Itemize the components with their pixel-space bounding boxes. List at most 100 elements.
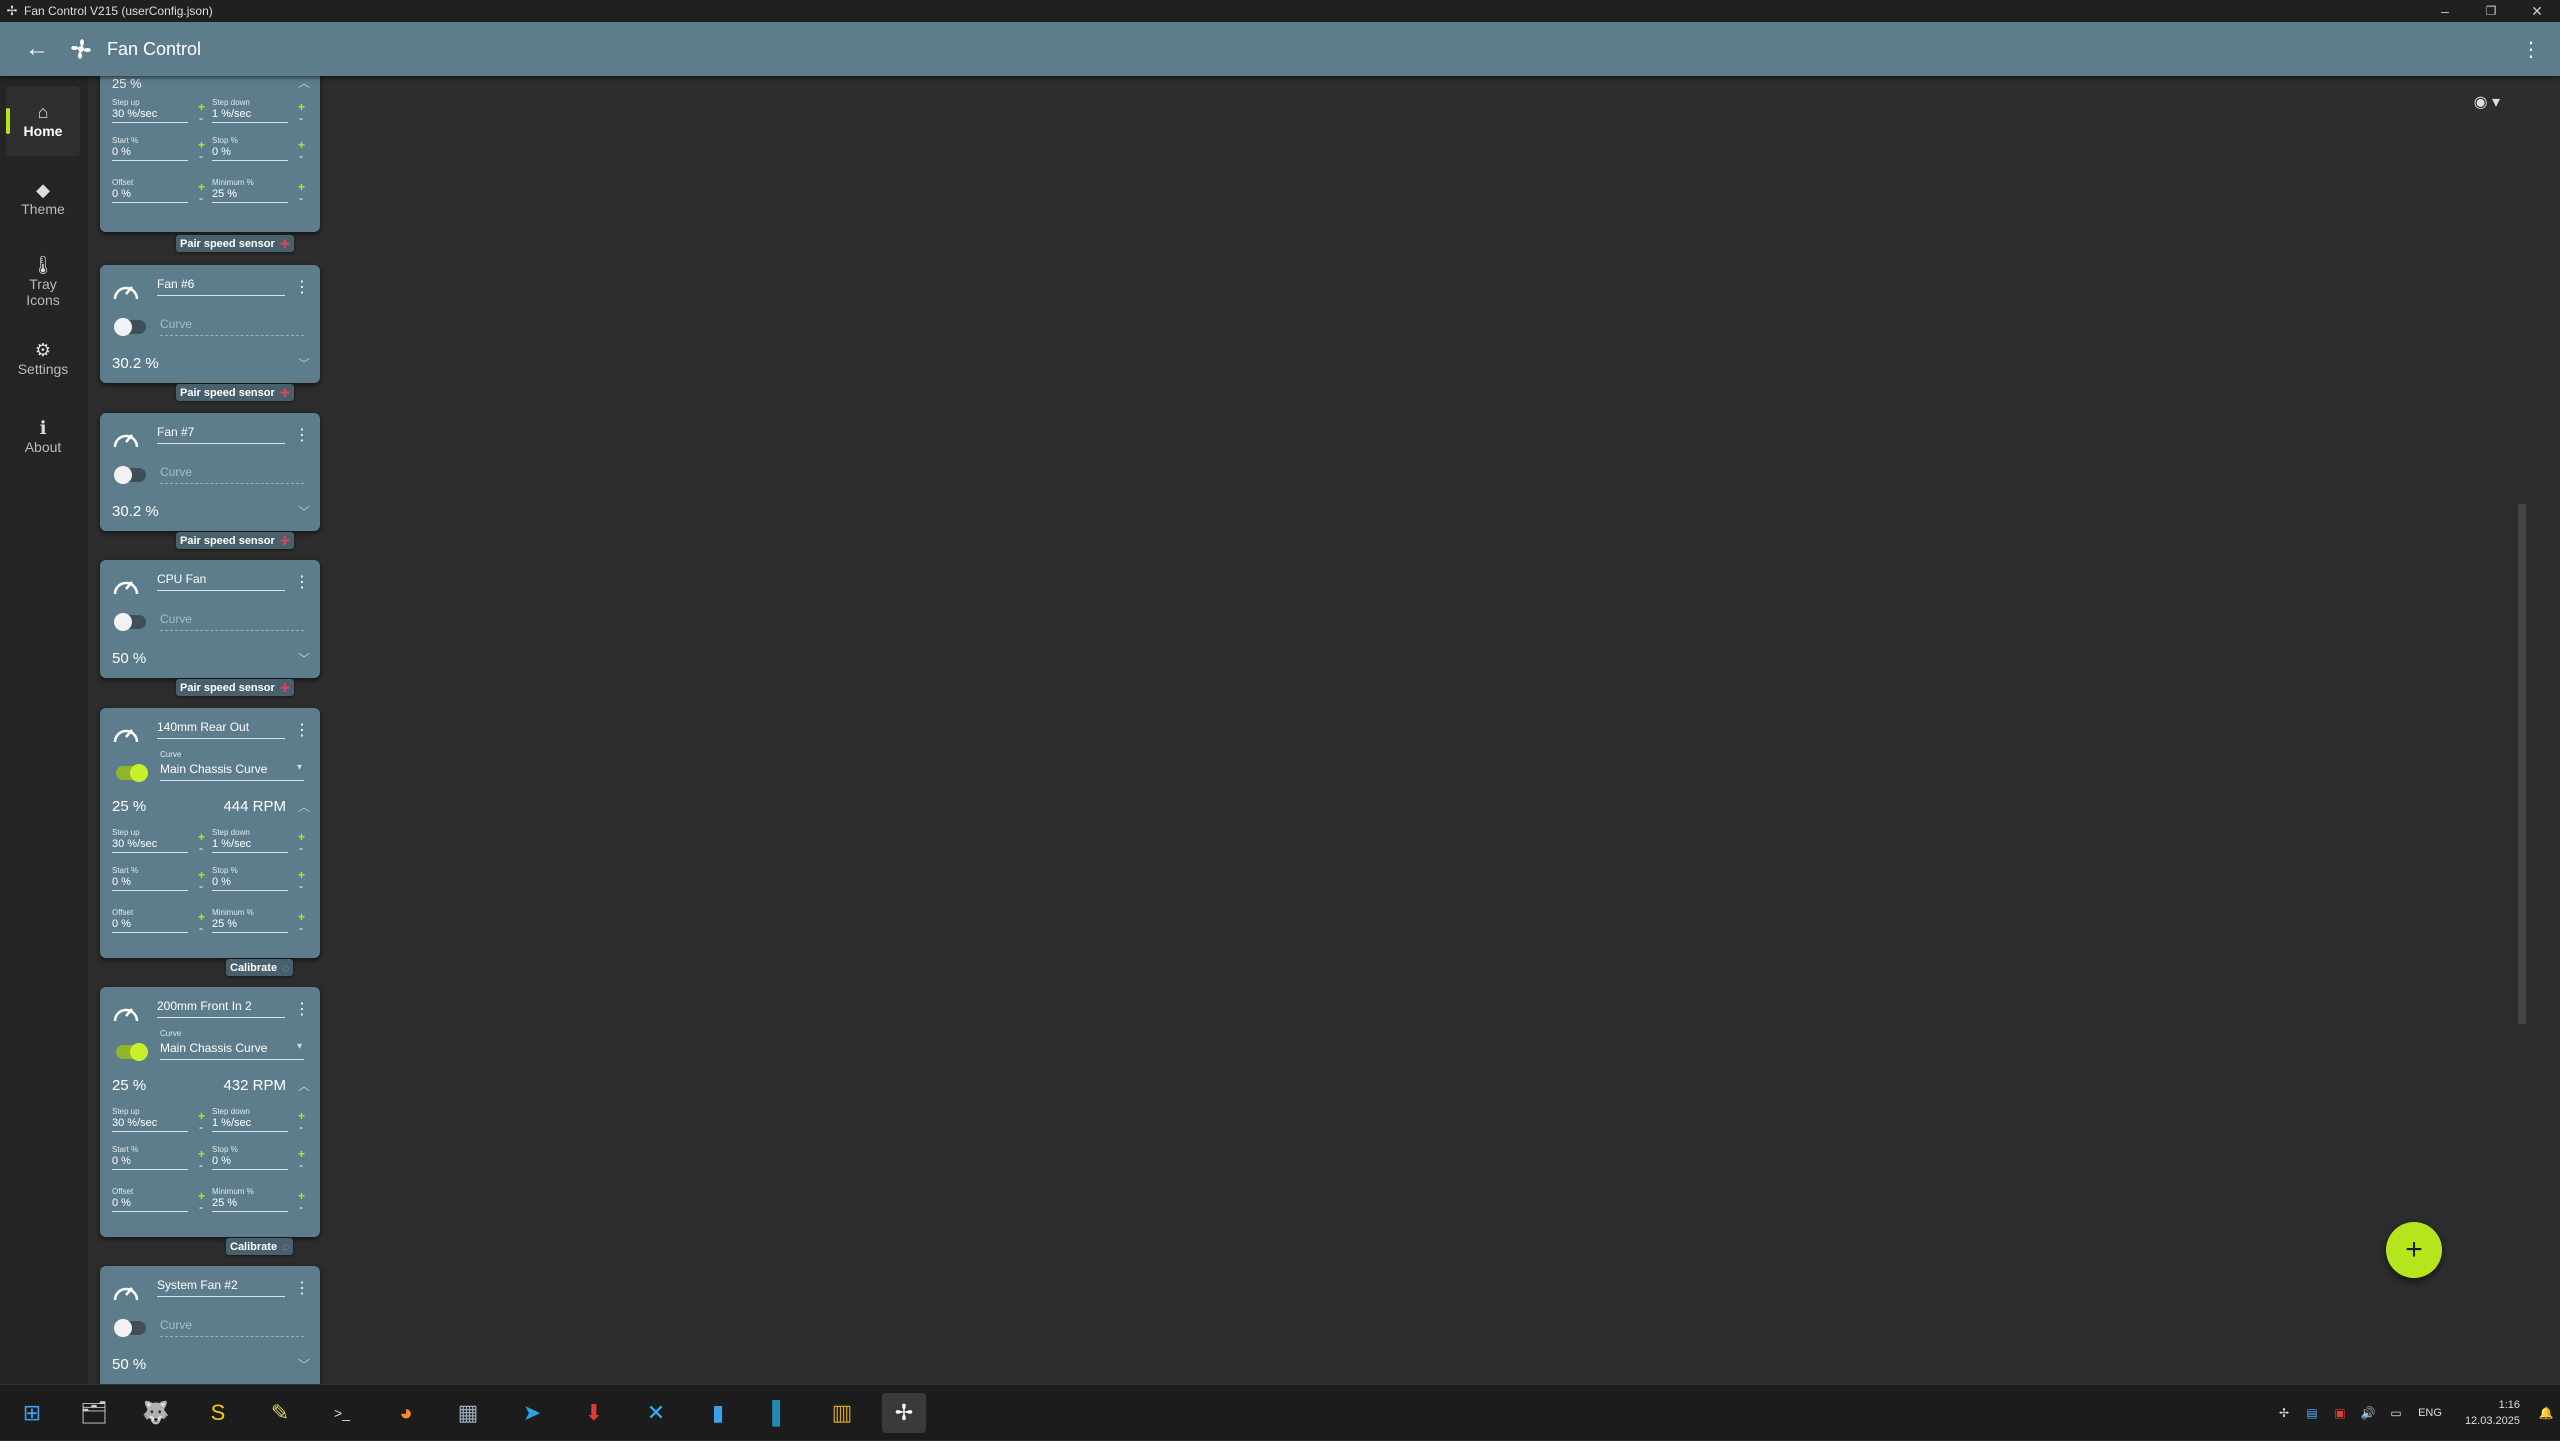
taskbar-app-terminal[interactable]: >_ — [320, 1393, 364, 1433]
minus-icon[interactable]: - — [199, 841, 203, 855]
taskbar-app-image-app[interactable]: ▦ — [446, 1393, 490, 1433]
sidebar-item-settings[interactable]: ⚙ Settings — [6, 324, 80, 394]
curve-toggle[interactable] — [116, 764, 148, 782]
taskbar-app-s-app[interactable]: S — [196, 1393, 240, 1433]
start-percent-field[interactable]: Start % 0 % + - — [112, 866, 216, 894]
sidebar-item-about[interactable]: ℹ About — [6, 402, 80, 472]
add-fab-button[interactable]: + — [2386, 1222, 2442, 1278]
visibility-eye-icon[interactable]: ◉ ▾ — [2474, 92, 2500, 112]
fan-name-input[interactable]: Fan #7 — [157, 425, 285, 444]
pair-speed-sensor-button[interactable]: Pair speed sensor ✚ — [176, 679, 294, 696]
display-icon[interactable]: ▭ — [2382, 1406, 2410, 1420]
fan-name-input[interactable]: System Fan #2 — [157, 1278, 285, 1297]
kebab-menu-icon[interactable]: ⋮ — [294, 720, 310, 740]
taskbar-app-panel-app[interactable]: ▌ — [758, 1393, 802, 1433]
stop-percent-field[interactable]: Stop % 0 % + - — [212, 866, 316, 894]
minus-icon[interactable]: - — [199, 1158, 203, 1172]
minus-icon[interactable]: - — [299, 149, 303, 163]
fan-tray-icon[interactable]: ✢ — [2270, 1406, 2298, 1420]
kebab-menu-icon[interactable]: ⋮ — [294, 277, 310, 297]
minus-icon[interactable]: - — [199, 879, 203, 893]
step-up-field[interactable]: Step up 30 %/sec + - — [112, 1107, 216, 1135]
curve-toggle[interactable] — [114, 318, 146, 336]
taskbar-app-explorer[interactable]: 🗂 — [72, 1393, 116, 1433]
minimum-percent-field[interactable]: Minimum % 25 % + - — [212, 178, 316, 206]
taskbar-app-fancontrol[interactable]: ✢ — [882, 1393, 926, 1433]
start-percent-field[interactable]: Start % 0 % + - — [112, 136, 216, 164]
curve-toggle[interactable] — [116, 1043, 148, 1061]
fan-name-input[interactable]: 200mm Front In 2 — [157, 999, 285, 1018]
curve-select[interactable]: Curve Main Chassis Curve ▾ — [160, 750, 304, 781]
taskbar-app-telegram[interactable]: ➤ — [510, 1393, 554, 1433]
minus-icon[interactable]: - — [199, 921, 203, 935]
maximize-button[interactable]: ❐ — [2468, 0, 2514, 22]
curve-select[interactable]: Curve — [160, 612, 304, 631]
sidebar-item-tray-icons[interactable]: 🌡 Tray Icons — [6, 242, 80, 322]
taskbar-app-download[interactable]: ⬇ — [572, 1393, 616, 1433]
minus-icon[interactable]: - — [299, 1200, 303, 1214]
stop-percent-field[interactable]: Stop % 0 % + - — [212, 1145, 316, 1173]
notification-bell-icon[interactable]: 🔔 — [2532, 1406, 2560, 1420]
volume-icon[interactable]: 🔊 — [2354, 1406, 2382, 1420]
curve-toggle[interactable] — [114, 1319, 146, 1337]
curve-select[interactable]: Curve — [160, 317, 304, 336]
minimum-percent-field[interactable]: Minimum % 25 % + - — [212, 908, 316, 936]
calibrate-button[interactable]: Calibrate ◌ — [226, 1238, 294, 1255]
offset-field[interactable]: Offset 0 % + - — [112, 908, 216, 936]
curve-select[interactable]: Curve — [160, 1318, 304, 1337]
clock[interactable]: 1:16 12.03.2025 — [2450, 1397, 2520, 1429]
offset-field[interactable]: Offset 0 % + - — [112, 1187, 216, 1215]
pair-speed-sensor-button[interactable]: Pair speed sensor ✚ — [176, 532, 294, 549]
taskbar-app-chart-app[interactable]: ▥ — [820, 1393, 864, 1433]
minus-icon[interactable]: - — [199, 1120, 203, 1134]
chevron-down-icon[interactable]: ﹀ — [298, 355, 310, 372]
minus-icon[interactable]: - — [299, 111, 303, 125]
start-percent-field[interactable]: Start % 0 % + - — [112, 1145, 216, 1173]
minus-icon[interactable]: - — [299, 1120, 303, 1134]
step-up-field[interactable]: Step up 30 %/sec + - — [112, 98, 216, 126]
step-down-field[interactable]: Step down 1 %/sec + - — [212, 98, 316, 126]
fan-name-input[interactable]: Fan #6 — [157, 277, 285, 296]
chevron-up-icon[interactable]: ︿ — [298, 76, 310, 91]
chevron-up-icon[interactable]: ︿ — [298, 1077, 310, 1094]
scrollbar[interactable] — [2516, 84, 2528, 1384]
chevron-down-icon[interactable]: ﹀ — [298, 503, 310, 520]
curve-select[interactable]: Curve Main Chassis Curve ▾ — [160, 1029, 304, 1060]
curve-toggle[interactable] — [114, 613, 146, 631]
back-arrow-icon[interactable]: ← — [17, 29, 57, 69]
stop-percent-field[interactable]: Stop % 0 % + - — [212, 136, 316, 164]
chevron-down-icon[interactable]: ﹀ — [298, 1356, 310, 1373]
calibrate-button[interactable]: Calibrate ◌ — [226, 959, 294, 976]
chevron-up-icon[interactable]: ︿ — [298, 798, 310, 815]
offset-field[interactable]: Offset 0 % + - — [112, 178, 216, 206]
fan-name-input[interactable]: CPU Fan — [157, 572, 285, 591]
kebab-menu-icon[interactable]: ⋮ — [294, 1278, 310, 1298]
minus-icon[interactable]: - — [299, 191, 303, 205]
minus-icon[interactable]: - — [199, 111, 203, 125]
minus-icon[interactable]: - — [299, 879, 303, 893]
taskbar-app-wolf[interactable]: 🐺 — [134, 1393, 178, 1433]
taskbar-app-pen[interactable]: ✎ — [258, 1393, 302, 1433]
network-tray-icon[interactable]: ▤ — [2298, 1406, 2326, 1420]
scrollbar-thumb[interactable] — [2518, 504, 2526, 1024]
kebab-menu-icon[interactable]: ⋮ — [294, 572, 310, 592]
chevron-down-icon[interactable]: ﹀ — [298, 650, 310, 667]
taskbar-app-firefox[interactable]: ◕ — [384, 1393, 428, 1433]
kebab-menu-icon[interactable]: ⋮ — [294, 425, 310, 445]
kebab-menu-icon[interactable]: ⋮ — [294, 999, 310, 1019]
taskbar-app-bars-app[interactable]: ▮ — [696, 1393, 740, 1433]
shield-tray-icon[interactable]: ▣ — [2326, 1406, 2354, 1420]
step-up-field[interactable]: Step up 30 %/sec + - — [112, 828, 216, 856]
pair-speed-sensor-button[interactable]: Pair speed sensor ✚ — [176, 384, 294, 401]
language-indicator[interactable]: ENG — [2410, 1407, 2450, 1419]
curve-toggle[interactable] — [114, 466, 146, 484]
minus-icon[interactable]: - — [299, 921, 303, 935]
minimum-percent-field[interactable]: Minimum % 25 % + - — [212, 1187, 316, 1215]
fan-name-input[interactable]: 140mm Rear Out — [157, 720, 285, 739]
curve-select[interactable]: Curve — [160, 465, 304, 484]
pair-speed-sensor-button[interactable]: Pair speed sensor ✚ — [176, 235, 294, 252]
taskbar-app-start[interactable]: ⊞ — [10, 1393, 54, 1433]
taskbar-app-x-app[interactable]: ✕ — [634, 1393, 678, 1433]
minus-icon[interactable]: - — [199, 191, 203, 205]
step-down-field[interactable]: Step down 1 %/sec + - — [212, 1107, 316, 1135]
